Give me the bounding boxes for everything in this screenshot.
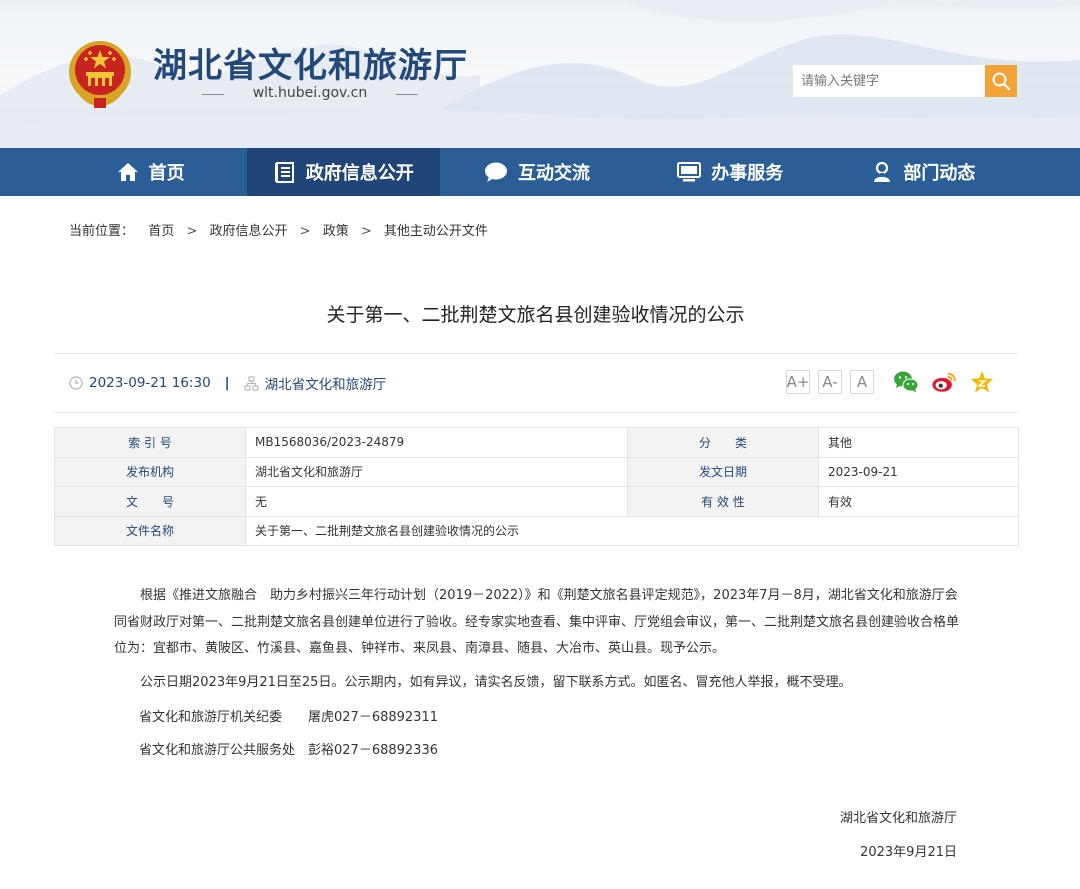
meta-divider: | <box>224 375 230 391</box>
nav-item-label: 办事服务 <box>711 163 784 184</box>
nav-item-services[interactable]: 办事服务 <box>634 148 827 196</box>
article-title: 关于第一、二批荆楚文旅名县创建验收情况的公示 <box>326 304 745 326</box>
article-body: 根据《推进文旅融合 助力乡村振兴三年行动计划（2019－2022）》和《荆楚文旅… <box>114 583 964 696</box>
table-row: 文件名称 关于第一、二批荆楚文旅名县创建验收情况的公示 <box>54 515 1019 546</box>
nav-item-gov-info[interactable]: 政府信息公开 <box>247 148 441 196</box>
font-decrease-button[interactable]: A- <box>818 370 842 394</box>
document-list-icon <box>274 161 296 183</box>
search-box <box>793 65 1017 97</box>
index-label: 索 引 号 <box>54 427 246 458</box>
publisher: 湖北省文化和旅游厅 <box>264 377 387 393</box>
body-paragraph: 公示日期2023年9月21日至25日。公示期内，如有异议，请实名反馈，留下联系方… <box>140 674 852 690</box>
issuer-value: 湖北省文化和旅游厅 <box>245 456 628 487</box>
nav-item-home[interactable]: 首页 <box>54 148 247 196</box>
main-nav: 首页 政府信息公开 互动交流 办事服务 部门动态 <box>0 148 1080 196</box>
issue-date-label: 发文日期 <box>627 456 819 487</box>
search-button[interactable] <box>985 65 1017 97</box>
breadcrumb-separator: > <box>360 224 372 239</box>
article-meta-bar: 2023-09-21 16:30 | 湖北省文化和旅游厅 A+ A- A <box>54 353 1018 413</box>
breadcrumb-other-files[interactable]: 其他主动公开文件 <box>384 224 488 239</box>
nav-item-label: 部门动态 <box>903 163 976 184</box>
monitor-icon <box>677 161 702 183</box>
font-default-button[interactable]: A <box>850 370 874 394</box>
issue-date-value: 2023-09-21 <box>818 456 1019 487</box>
doc-number-label: 文 号 <box>54 486 246 517</box>
category-value: 其他 <box>818 427 1019 458</box>
nav-item-interaction[interactable]: 互动交流 <box>440 148 633 196</box>
contact-line: 省文化和旅游厅公共服务处 彭裕027－68892336 <box>139 743 438 758</box>
nav-item-label: 互动交流 <box>518 163 590 184</box>
weibo-icon[interactable] <box>931 369 957 395</box>
issuer-label: 发布机构 <box>54 456 246 487</box>
wechat-icon[interactable] <box>893 369 919 395</box>
breadcrumb-separator: > <box>299 224 311 239</box>
nav-item-dept-news[interactable]: 部门动态 <box>827 148 1020 196</box>
font-increase-button[interactable]: A+ <box>786 370 810 394</box>
home-icon <box>117 161 139 183</box>
national-emblem-icon <box>69 41 131 108</box>
clock-icon <box>69 376 83 390</box>
breadcrumb-policy[interactable]: 政策 <box>323 224 349 239</box>
index-value: MB1568036/2023-24879 <box>245 427 628 458</box>
signature-date: 2023年9月21日 <box>860 845 957 860</box>
file-name-value: 关于第一、二批荆楚文旅名县创建验收情况的公示 <box>245 515 1019 546</box>
category-label: 分 类 <box>627 427 819 458</box>
table-row: 索 引 号 MB1568036/2023-24879 分 类 其他 <box>54 427 1019 458</box>
org-icon <box>244 375 259 391</box>
breadcrumb-separator: > <box>186 224 198 239</box>
breadcrumb-gov-info[interactable]: 政府信息公开 <box>210 224 288 239</box>
site-title: 湖北省文化和旅游厅 <box>153 46 468 86</box>
person-icon <box>871 161 893 183</box>
signature-org: 湖北省文化和旅游厅 <box>839 811 957 826</box>
breadcrumb-home[interactable]: 首页 <box>148 224 174 239</box>
validity-value: 有效 <box>818 486 1019 517</box>
breadcrumb: 当前位置： 首页 > 政府信息公开 > 政策 > 其他主动公开文件 <box>69 220 488 239</box>
table-row: 文 号 无 有 效 性 有效 <box>54 486 1019 517</box>
publish-datetime: 2023-09-21 16:30 <box>89 375 211 391</box>
search-icon <box>992 72 1011 91</box>
qzone-icon[interactable] <box>969 369 995 395</box>
doc-number-value: 无 <box>245 486 628 517</box>
nav-item-label: 政府信息公开 <box>305 163 414 184</box>
site-header: 湖北省文化和旅游厅 wlt.hubei.gov.cn <box>0 0 1080 148</box>
search-input[interactable] <box>793 65 985 97</box>
file-name-label: 文件名称 <box>54 515 246 546</box>
nav-item-label: 首页 <box>148 163 185 184</box>
body-paragraph: 根据《推进文旅融合 助力乡村振兴三年行动计划（2019－2022）》和《荆楚文旅… <box>114 588 960 656</box>
table-row: 发布机构 湖北省文化和旅游厅 发文日期 2023-09-21 <box>54 456 1019 487</box>
contact-line: 省文化和旅游厅机关纪委 屠虎027－68892311 <box>139 710 438 725</box>
document-info-table: 索 引 号 MB1568036/2023-24879 分 类 其他 发布机构 湖… <box>54 427 1019 546</box>
breadcrumb-prefix: 当前位置： <box>69 224 135 239</box>
chat-bubble-icon <box>484 161 508 183</box>
site-url: wlt.hubei.gov.cn <box>202 85 418 101</box>
validity-label: 有 效 性 <box>627 486 819 517</box>
